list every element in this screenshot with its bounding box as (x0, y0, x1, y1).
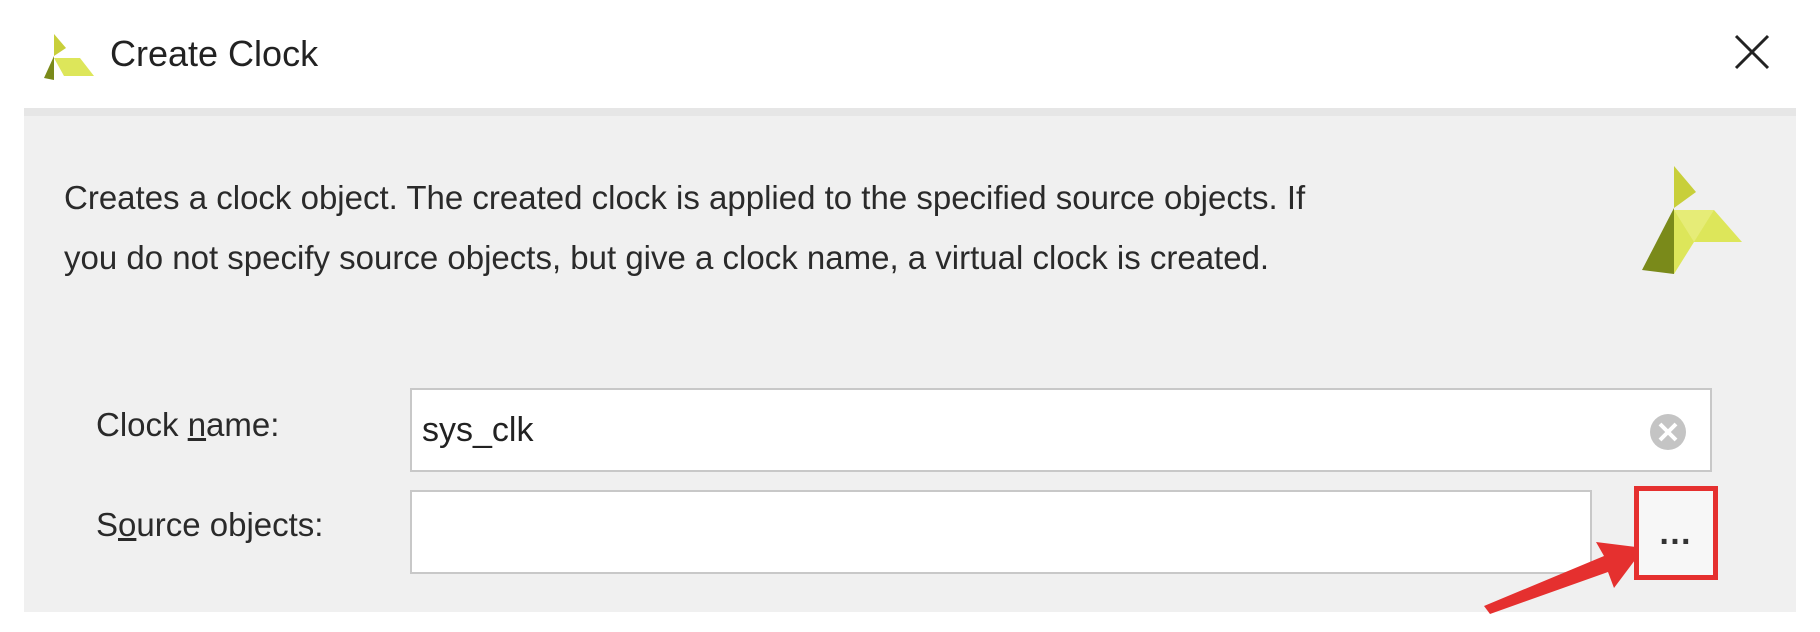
description-text: Creates a clock object. The created cloc… (64, 168, 1604, 288)
source-objects-mnemonic: o (118, 506, 137, 543)
source-objects-label-part: S (96, 506, 119, 543)
clock-name-mnemonic: n (187, 406, 207, 443)
source-objects-label: Source objects: (96, 506, 323, 544)
source-objects-input[interactable] (410, 490, 1592, 574)
clear-circle-icon[interactable] (1648, 412, 1688, 452)
description-line-1: Creates a clock object. The created cloc… (64, 179, 1306, 216)
description-line-2: you do not specify source objects, but g… (64, 239, 1270, 276)
xilinx-logo-icon (1642, 166, 1742, 274)
xilinx-logo-icon (44, 34, 94, 80)
clock-name-label-part: ame: (206, 406, 280, 443)
clock-name-label-part: Clock (96, 406, 188, 443)
red-arrow-annotation (1484, 542, 1644, 614)
clock-name-label: Clock name: (96, 406, 279, 444)
clock-name-input[interactable] (410, 388, 1712, 472)
dialog-content: Creates a clock object. The created cloc… (24, 116, 1796, 614)
close-icon[interactable] (1730, 30, 1774, 74)
create-clock-dialog: Create Clock Creates a clock object. The… (24, 0, 1796, 614)
source-objects-label-part: urce objects: (136, 506, 324, 543)
title-divider (24, 108, 1796, 116)
dialog-title: Create Clock (110, 33, 319, 74)
browse-source-objects-button[interactable]: … (1634, 486, 1718, 580)
title-bar: Create Clock (24, 0, 1796, 108)
